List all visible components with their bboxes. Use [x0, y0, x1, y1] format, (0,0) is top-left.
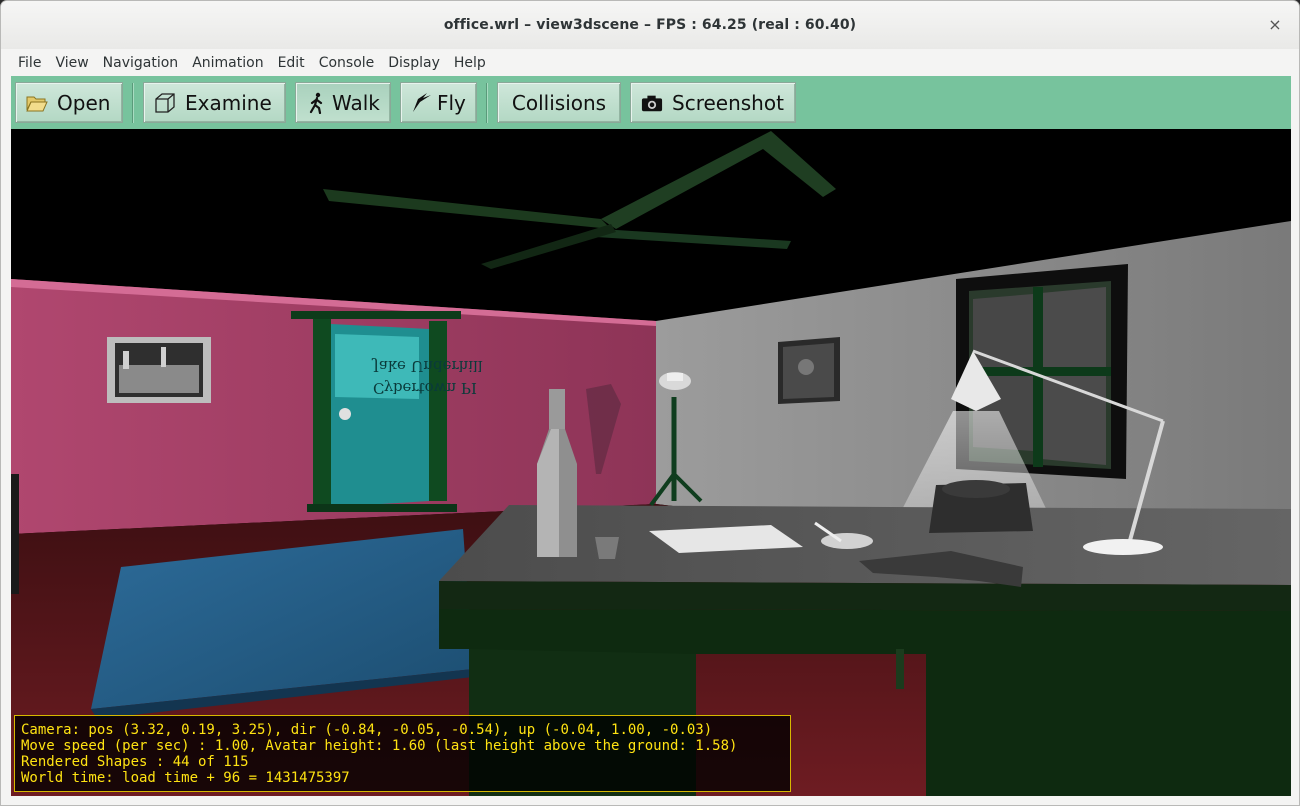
- walk-label: Walk: [332, 90, 380, 115]
- menu-animation[interactable]: Animation: [185, 55, 270, 71]
- walking-person-icon: [306, 92, 328, 114]
- glass: [595, 537, 619, 559]
- fly-label: Fly: [437, 90, 466, 115]
- folder-open-icon: [26, 92, 48, 114]
- open-label: Open: [57, 90, 111, 115]
- collisions-label: Collisions: [511, 90, 607, 115]
- hud-world-time: World time: load time + 96 = 1431475397: [21, 770, 350, 786]
- door-sign-line1: Jake Underhill: [371, 357, 483, 375]
- menu-file[interactable]: File: [11, 55, 48, 71]
- fly-button[interactable]: Fly: [400, 82, 477, 123]
- office-scene: Jake Underhill Cybertown PI: [11, 129, 1291, 796]
- menu-console[interactable]: Console: [312, 55, 382, 71]
- hud-camera: Camera: pos (3.32, 0.19, 3.25), dir (-0.…: [21, 722, 713, 738]
- menu-display[interactable]: Display: [381, 55, 447, 71]
- 3d-viewport[interactable]: Jake Underhill Cybertown PI Camera: pos …: [11, 129, 1291, 796]
- toolbar-separator: [486, 82, 488, 123]
- walk-button[interactable]: Walk: [295, 82, 391, 123]
- screenshot-label: Screenshot: [672, 90, 784, 115]
- title-bar[interactable]: office.wrl – view3dscene – FPS : 64.25 (…: [1, 1, 1299, 49]
- menu-edit[interactable]: Edit: [271, 55, 312, 71]
- door-sign-line2: Cybertown PI: [373, 379, 477, 397]
- collisions-button[interactable]: Collisions: [497, 82, 621, 123]
- toolbar-separator: [132, 82, 134, 123]
- wall-picture-city: [107, 337, 211, 403]
- close-icon[interactable]: ×: [1265, 15, 1285, 35]
- camera-icon: [641, 92, 663, 114]
- camera-info-overlay: Camera: pos (3.32, 0.19, 3.25), dir (-0.…: [14, 715, 791, 792]
- cube-icon: [154, 92, 176, 114]
- menu-bar: File View Navigation Animation Edit Cons…: [1, 49, 1299, 76]
- ashtray: [821, 533, 873, 549]
- bird-icon: [411, 92, 433, 114]
- open-button[interactable]: Open: [15, 82, 123, 123]
- app-window: office.wrl – view3dscene – FPS : 64.25 (…: [0, 0, 1300, 806]
- hud-rendered-shapes: Rendered Shapes : 44 of 115: [21, 754, 249, 770]
- menu-navigation[interactable]: Navigation: [96, 55, 186, 71]
- screenshot-button[interactable]: Screenshot: [630, 82, 796, 123]
- window-title: office.wrl – view3dscene – FPS : 64.25 (…: [443, 17, 857, 33]
- desk-phone: [929, 480, 1033, 533]
- toolbar: Open Examine Walk Fly Collisions Screens…: [11, 76, 1291, 129]
- wall-picture-portrait: [778, 337, 840, 404]
- hud-move-speed: Move speed (per sec) : 1.00, Avatar heig…: [21, 738, 738, 754]
- menu-view[interactable]: View: [48, 55, 95, 71]
- examine-button[interactable]: Examine: [143, 82, 286, 123]
- menu-help[interactable]: Help: [447, 55, 493, 71]
- examine-label: Examine: [185, 90, 272, 115]
